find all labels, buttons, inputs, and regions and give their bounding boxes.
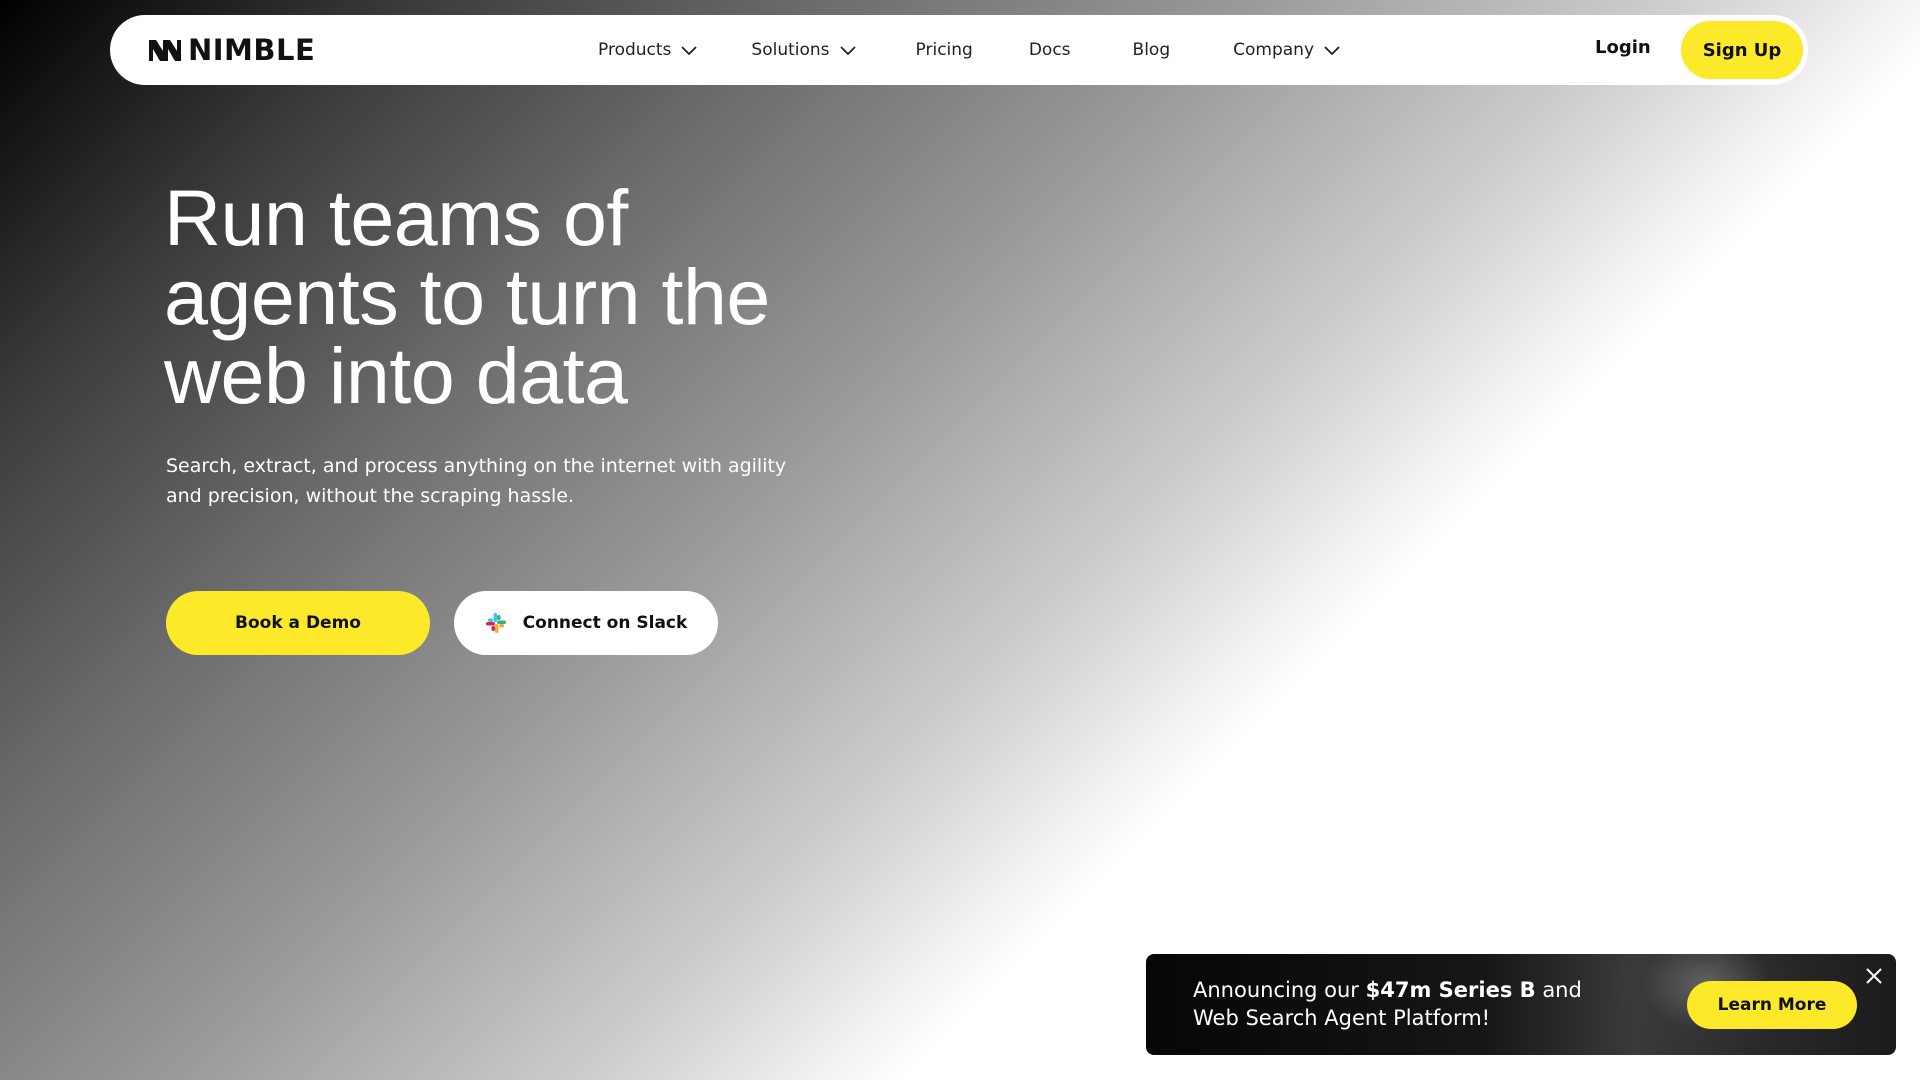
top-navbar: NIMBLE Products Solutions Pricing Docs B… (110, 15, 1808, 85)
connect-slack-label: Connect on Slack (522, 613, 688, 633)
learn-more-button[interactable]: Learn More (1687, 981, 1857, 1029)
hero-subtitle: Search, extract, and process anything on… (166, 455, 787, 507)
nav-item-label: Docs (1028, 40, 1071, 60)
chevron-down-icon (839, 46, 856, 56)
nav-item-label: Products (598, 40, 672, 60)
nav-item-company[interactable]: Company (1233, 40, 1340, 60)
nav-links: Products Solutions Pricing Docs Blog Com… (598, 15, 1340, 85)
login-button[interactable]: Login (1595, 37, 1651, 58)
brand-name: NIMBLE (188, 33, 316, 67)
nav-item-label: Solutions (751, 40, 830, 60)
nav-item-solutions[interactable]: Solutions (751, 40, 856, 60)
signup-button[interactable]: Sign Up (1681, 21, 1803, 79)
announcement-text: Announcing our $47m Series B and Web Sea… (1193, 976, 1623, 1032)
close-icon[interactable] (1864, 966, 1884, 986)
announcement-text-prefix: Announcing our (1193, 978, 1366, 1002)
hero-title-line: Run teams of (164, 173, 628, 262)
hero-title: Run teams of agents to turn the web into… (164, 178, 884, 415)
announcement-banner: Announcing our $47m Series B and Web Sea… (1146, 954, 1896, 1055)
chevron-down-icon (681, 46, 698, 56)
connect-slack-button[interactable]: Connect on Slack (454, 591, 718, 655)
nav-item-label: Company (1233, 40, 1314, 60)
nav-item-pricing[interactable]: Pricing (916, 40, 973, 60)
hero-title-line: web into data (164, 331, 628, 420)
announcement-highlight: $47m Series B (1365, 978, 1536, 1002)
nav-item-products[interactable]: Products (598, 40, 698, 60)
nav-item-label: Blog (1132, 40, 1171, 60)
chevron-down-icon (1324, 46, 1340, 56)
brand-logo[interactable]: NIMBLE (148, 33, 316, 67)
nav-item-label: Pricing (915, 40, 973, 60)
slack-icon (485, 613, 506, 633)
hero-title-line: agents to turn the (164, 252, 770, 341)
book-demo-button[interactable]: Book a Demo (166, 591, 430, 655)
nav-item-blog[interactable]: Blog (1133, 40, 1171, 60)
nimble-logo-icon (149, 40, 181, 61)
nav-item-docs[interactable]: Docs (1029, 40, 1071, 60)
